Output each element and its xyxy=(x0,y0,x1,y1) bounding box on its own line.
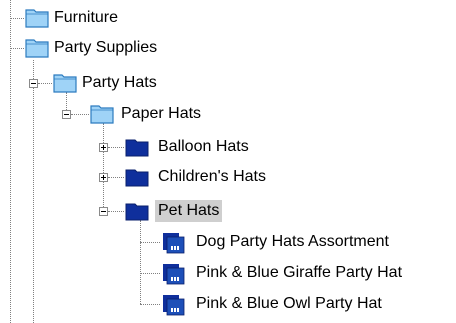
tree-node-label: Furniture xyxy=(54,9,119,26)
tree-connector xyxy=(10,18,24,19)
tree-node-label: Party Supplies xyxy=(54,39,158,56)
folder-light-icon xyxy=(24,36,50,60)
tree-node-label: Paper Hats xyxy=(121,105,202,122)
expand-toggle[interactable] xyxy=(99,143,108,152)
tree-node-pink-blue-owl-party-hat[interactable]: Pink & Blue Owl Party Hat xyxy=(160,292,450,316)
tree-connector xyxy=(108,211,124,212)
collapse-toggle[interactable] xyxy=(99,207,108,216)
tree-node-label: Pet Hats xyxy=(155,200,223,222)
tree-node-party-supplies[interactable]: Party Supplies xyxy=(24,36,194,60)
collapse-toggle[interactable] xyxy=(29,79,38,88)
tree-connector xyxy=(140,304,160,305)
tree-node-pink-blue-giraffe-party-hat[interactable]: Pink & Blue Giraffe Party Hat xyxy=(160,261,456,285)
folder-light-icon xyxy=(24,6,50,30)
tree-node-label: Balloon Hats xyxy=(158,138,249,155)
tree-node-dog-party-hats-assortment[interactable]: Dog Party Hats Assortment xyxy=(160,230,450,254)
tree-guide-line xyxy=(33,60,34,323)
folder-dark-icon xyxy=(124,165,150,189)
expand-toggle[interactable] xyxy=(99,173,108,182)
tree-node-label: Dog Party Hats Assortment xyxy=(196,233,389,250)
product-icon xyxy=(160,292,186,316)
tree-connector xyxy=(10,48,24,49)
tree-connector xyxy=(140,242,160,243)
tree-node-pet-hats[interactable]: Pet Hats xyxy=(124,199,254,223)
tree-node-paper-hats[interactable]: Paper Hats xyxy=(89,102,239,126)
tree-node-label: Children's Hats xyxy=(158,168,266,185)
tree-connector xyxy=(38,83,52,84)
tree-connector xyxy=(71,114,89,115)
tree-guide-line xyxy=(140,220,141,304)
category-tree: Furniture Party Supplies Party Hats Pape… xyxy=(0,0,456,323)
tree-node-label: Pink & Blue Giraffe Party Hat xyxy=(196,264,403,281)
tree-node-party-hats[interactable]: Party Hats xyxy=(52,71,202,95)
folder-light-icon xyxy=(52,71,78,95)
product-icon xyxy=(160,230,186,254)
product-icon xyxy=(160,261,186,285)
tree-node-label: Party Hats xyxy=(82,74,157,91)
folder-dark-icon xyxy=(124,199,150,223)
tree-connector xyxy=(108,147,124,148)
tree-guide-line xyxy=(103,123,104,211)
tree-connector xyxy=(108,177,124,178)
tree-node-balloon-hats[interactable]: Balloon Hats xyxy=(124,135,284,159)
tree-node-childrens-hats[interactable]: Children's Hats xyxy=(124,165,304,189)
collapse-toggle[interactable] xyxy=(62,110,71,119)
tree-connector xyxy=(140,273,160,274)
folder-light-icon xyxy=(89,102,115,126)
tree-node-furniture[interactable]: Furniture xyxy=(24,6,144,30)
tree-node-label: Pink & Blue Owl Party Hat xyxy=(196,295,382,312)
folder-dark-icon xyxy=(124,135,150,159)
